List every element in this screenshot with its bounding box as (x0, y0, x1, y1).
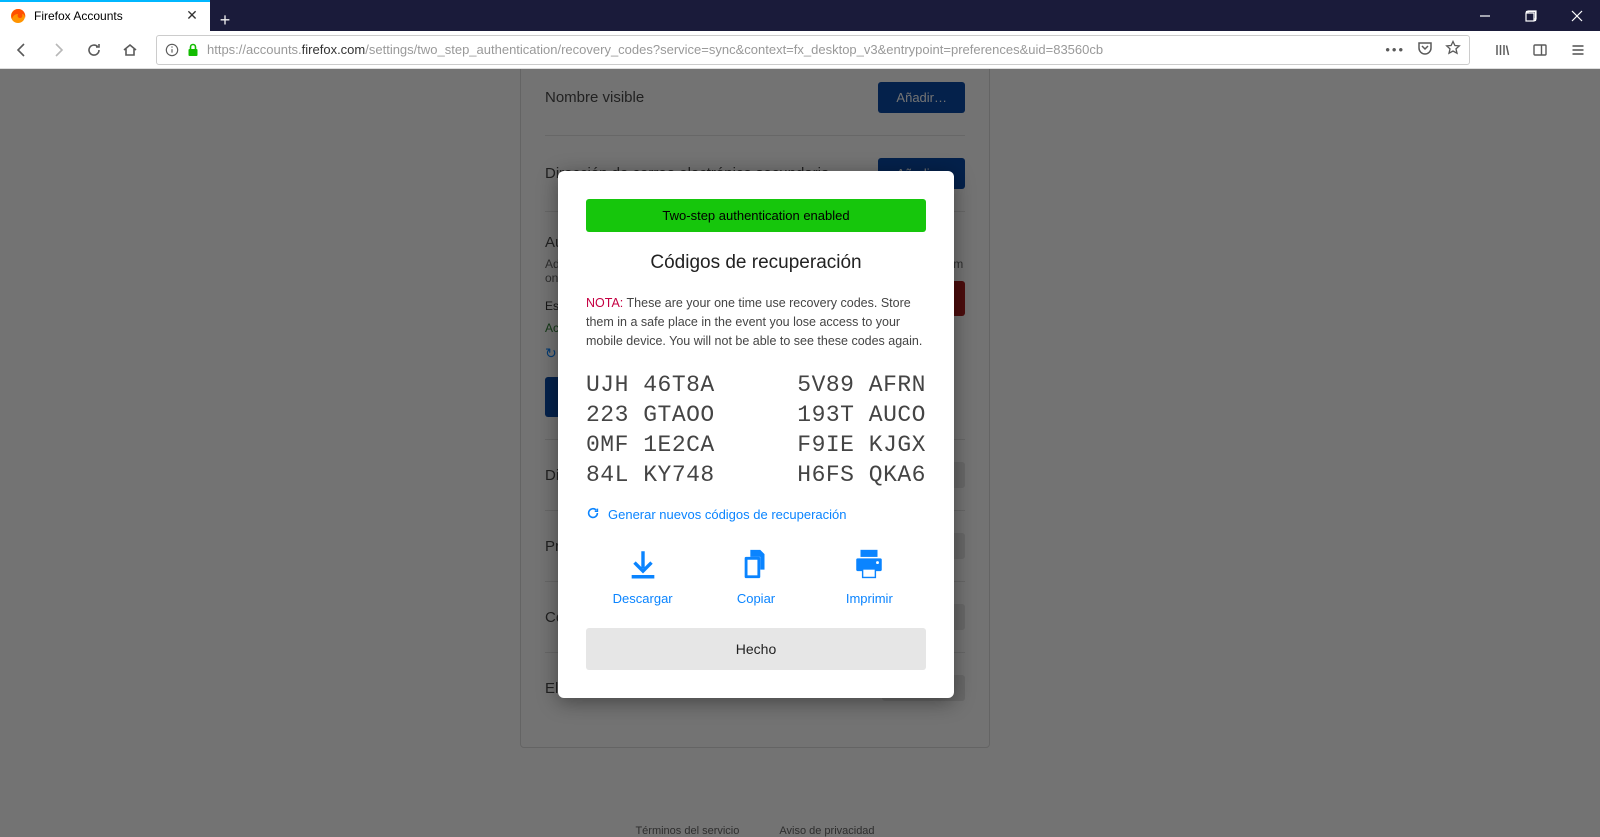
close-button[interactable] (1554, 0, 1600, 31)
print-label: Imprimir (846, 591, 893, 606)
url-host: firefox.com (302, 42, 366, 57)
lock-icon[interactable] (187, 43, 199, 57)
back-button[interactable] (6, 34, 38, 66)
firefox-favicon (10, 8, 26, 24)
modal-title: Códigos de recuperación (586, 252, 926, 274)
regenerate-label: Generar nuevos códigos de recuperación (608, 507, 846, 522)
urlbar-right-icons: ••• (1385, 40, 1461, 59)
code: UJH 46T8A (586, 372, 743, 398)
modal-note: NOTA: These are your one time use recove… (586, 294, 926, 350)
url-bar[interactable]: https://accounts.firefox.com/settings/tw… (156, 35, 1470, 65)
toolbar: https://accounts.firefox.com/settings/tw… (0, 31, 1600, 69)
modal-actions: Descargar Copiar Imprimir (586, 547, 926, 606)
download-button[interactable]: Descargar (598, 547, 688, 606)
code: 223 GTAOO (586, 402, 743, 428)
url-prefix: https://accounts. (207, 42, 302, 57)
site-info-icon[interactable] (165, 43, 179, 57)
new-tab-button[interactable]: + (210, 10, 240, 31)
page-actions-icon[interactable]: ••• (1385, 42, 1405, 57)
download-label: Descargar (613, 591, 673, 606)
menu-icon[interactable] (1562, 34, 1594, 66)
code: 84L KY748 (586, 462, 743, 488)
code: 0MF 1E2CA (586, 432, 743, 458)
code: H6FS QKA6 (757, 462, 926, 488)
copy-label: Copiar (737, 591, 775, 606)
recovery-codes-list: UJH 46T8A 5V89 AFRN 223 GTAOO 193T AUCO 0M… (586, 372, 926, 488)
window-controls (1462, 0, 1600, 31)
home-button[interactable] (114, 34, 146, 66)
tab-close-icon[interactable]: ✕ (184, 8, 200, 24)
refresh-icon (586, 506, 600, 523)
recovery-codes-modal: Two-step authentication enabled Códigos … (558, 171, 954, 698)
forward-button[interactable] (42, 34, 74, 66)
done-button[interactable]: Hecho (586, 628, 926, 670)
note-label: NOTA: (586, 296, 623, 310)
url-text: https://accounts.firefox.com/settings/tw… (207, 42, 1377, 57)
code: F9IE KJGX (757, 432, 926, 458)
tab-loading-bar (0, 0, 210, 2)
code: 5V89 AFRN (757, 372, 926, 398)
sidebar-icon[interactable] (1524, 34, 1556, 66)
minimize-button[interactable] (1462, 0, 1508, 31)
print-button[interactable]: Imprimir (824, 547, 914, 606)
tabstrip: Firefox Accounts ✕ + (0, 0, 240, 31)
code: 193T AUCO (757, 402, 926, 428)
maximize-button[interactable] (1508, 0, 1554, 31)
tab-title: Firefox Accounts (34, 9, 176, 23)
toolbar-right (1486, 34, 1594, 66)
bookmark-star-icon[interactable] (1445, 40, 1461, 59)
regenerate-codes-link[interactable]: Generar nuevos códigos de recuperación (586, 506, 926, 523)
reload-button[interactable] (78, 34, 110, 66)
library-icon[interactable] (1486, 34, 1518, 66)
success-banner: Two-step authentication enabled (586, 199, 926, 232)
titlebar: Firefox Accounts ✕ + (0, 0, 1600, 31)
content-area: Nombre visible Añadir… Dirección de corr… (0, 69, 1600, 837)
note-text: These are your one time use recovery cod… (586, 296, 922, 348)
url-path: /settings/two_step_authentication/recove… (365, 42, 1103, 57)
browser-tab[interactable]: Firefox Accounts ✕ (0, 0, 210, 31)
copy-button[interactable]: Copiar (711, 547, 801, 606)
pocket-icon[interactable] (1417, 40, 1433, 59)
